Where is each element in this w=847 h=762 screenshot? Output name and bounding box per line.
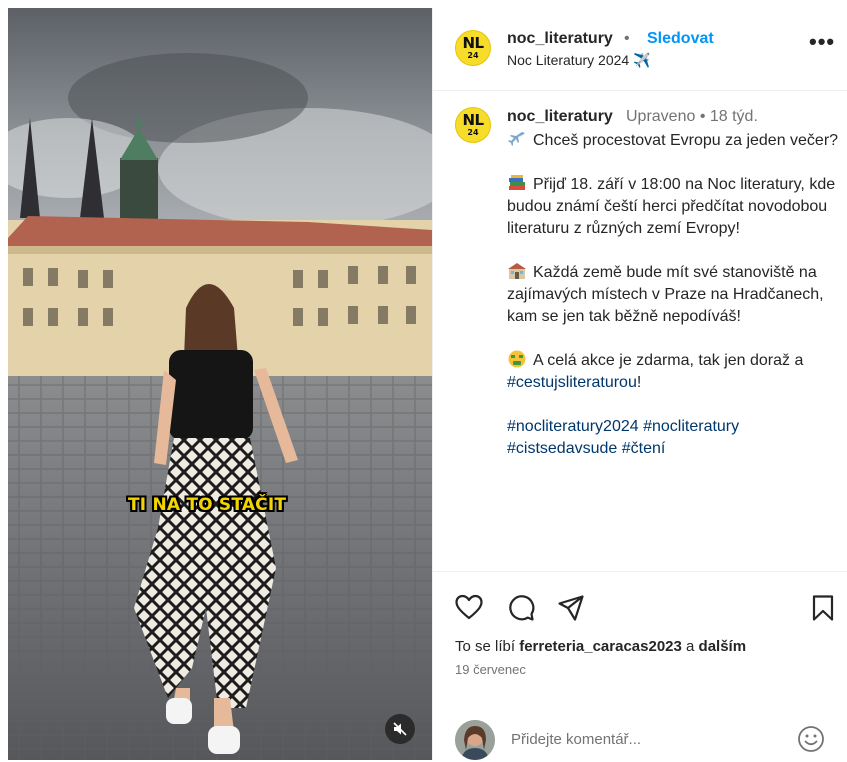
comment-icon[interactable] bbox=[507, 594, 535, 622]
avatar-logo-number: 24 bbox=[467, 128, 479, 137]
mute-toggle-button[interactable] bbox=[385, 714, 415, 744]
add-comment-row: Přidejte komentář... bbox=[433, 700, 847, 762]
caption-line-4-end: ! bbox=[636, 374, 642, 391]
caption-line-4: A celá akce je zdarma, tak jen doraž a bbox=[533, 352, 804, 369]
caption-text: Chceš procestovat Evropu za jeden večer?… bbox=[507, 130, 843, 460]
caption-line-2: Přijď 18. září v 18:00 na Noc literatury… bbox=[507, 176, 836, 237]
media-scene-image bbox=[8, 8, 432, 760]
caption-avatar[interactable]: NL 24 bbox=[455, 107, 491, 143]
header-username-link[interactable]: noc_literatury bbox=[507, 30, 613, 48]
hashtags-line-2[interactable]: #cistsedavsude #čtení bbox=[507, 438, 843, 460]
money-mouth-face-emoji bbox=[508, 350, 526, 368]
user-avatar-image bbox=[455, 720, 495, 760]
more-options-button[interactable]: ••• bbox=[809, 31, 835, 53]
post-header: NL 24 noc_literatury • Sledovat Noc Lite… bbox=[433, 8, 847, 91]
avatar-logo-number: 24 bbox=[467, 51, 479, 60]
video-caption-overlay: TI NA TO STAČIT bbox=[128, 495, 287, 515]
likes-others-link[interactable]: dalším bbox=[699, 638, 747, 655]
books-emoji bbox=[509, 175, 525, 190]
likes-prefix: To se líbí bbox=[455, 638, 516, 655]
user-avatar[interactable] bbox=[455, 720, 495, 760]
hashtag-cestujsliteraturou[interactable]: #cestujsliteraturou bbox=[507, 374, 637, 391]
post-details-panel: NL 24 noc_literatury • Sledovat Noc Lite… bbox=[432, 8, 847, 760]
heart-icon[interactable] bbox=[455, 594, 483, 620]
comment-input[interactable]: Přidejte komentář... bbox=[511, 731, 641, 748]
post-actions: To se líbí ferreteria_caracas2023 a dalš… bbox=[433, 571, 847, 762]
liker-username-link[interactable]: ferreteria_caracas2023 bbox=[519, 638, 682, 655]
follow-button[interactable]: Sledovat bbox=[647, 30, 714, 48]
likes-summary: To se líbí ferreteria_caracas2023 a dalš… bbox=[455, 638, 746, 655]
post-media[interactable]: TI NA TO STAČIT bbox=[8, 8, 432, 760]
header-separator: • bbox=[624, 30, 630, 47]
caption-meta: Upraveno • 18 týd. bbox=[626, 108, 758, 125]
hashtags-line-1[interactable]: #nocliteratury2024 #nocliteratury bbox=[507, 416, 843, 438]
smiley-icon[interactable] bbox=[797, 725, 825, 753]
post-date[interactable]: 19 červenec bbox=[455, 662, 526, 677]
house-emoji bbox=[508, 263, 526, 279]
avatar-logo-text: NL bbox=[462, 34, 484, 52]
airplane-emoji bbox=[508, 132, 525, 146]
share-icon[interactable] bbox=[557, 594, 585, 622]
avatar-logo-text: NL bbox=[462, 111, 484, 129]
account-avatar[interactable]: NL 24 bbox=[455, 30, 491, 66]
bookmark-icon[interactable] bbox=[811, 594, 835, 622]
caption-username-link[interactable]: noc_literatury bbox=[507, 108, 613, 126]
caption-line-1: Chceš procestovat Evropu za jeden večer? bbox=[533, 132, 839, 149]
likes-mid: a bbox=[686, 638, 695, 655]
speaker-muted-icon bbox=[393, 722, 407, 736]
caption-line-3: Každá země bude mít své stanoviště na za… bbox=[507, 264, 824, 325]
post-audio-subtitle[interactable]: Noc Literatury 2024 ✈️ bbox=[507, 52, 651, 69]
